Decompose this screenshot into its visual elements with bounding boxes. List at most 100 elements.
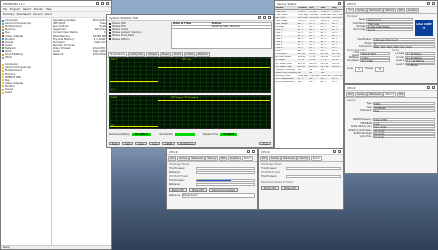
reference-select[interactable]: Please Select xyxy=(182,192,255,198)
close-icon[interactable] xyxy=(106,2,109,5)
minimize-icon[interactable] xyxy=(96,2,99,5)
menu-program[interactable]: Program xyxy=(10,8,20,11)
usage-trace-idle xyxy=(110,126,158,127)
multi-thread-bar xyxy=(195,178,255,182)
preferences-button[interactable]: Preferences xyxy=(177,141,197,146)
tab-clocks[interactable]: Clocks xyxy=(171,51,184,57)
test-started-value xyxy=(175,132,196,136)
menu-file[interactable]: File xyxy=(3,8,7,11)
tab-statistics[interactable]: Statistics xyxy=(195,51,210,57)
stress-buttons: Start Stop Clear Save CPUID Preferences … xyxy=(109,141,271,146)
checkbox-icon xyxy=(109,34,111,37)
submit-compare-button[interactable]: Submit and Compare xyxy=(208,188,239,192)
tab-caches[interactable]: Caches xyxy=(354,7,367,13)
folder-icon xyxy=(2,76,4,79)
tab-mainboard[interactable]: Mainboard xyxy=(281,155,297,161)
folder-icon xyxy=(2,63,4,66)
sensor-row[interactable]: Drive Temperature 44 °C 38 °C 46 °C 42 °C xyxy=(275,80,343,83)
tab-graphics[interactable]: Graphics xyxy=(227,155,242,161)
minimize-icon[interactable] xyxy=(427,86,430,89)
close-icon[interactable] xyxy=(338,150,341,153)
tab-cpu[interactable]: CPU xyxy=(346,7,355,13)
tab-cpu[interactable]: CPU xyxy=(260,155,269,161)
clear-button[interactable]: Clear xyxy=(135,141,148,146)
video-icon xyxy=(2,35,4,38)
maximize-icon[interactable] xyxy=(263,16,266,19)
processor-name-field: Intel Core i7 xyxy=(366,18,413,22)
tab-spd[interactable]: SPD xyxy=(218,155,228,161)
cpuid-button[interactable]: CPUID xyxy=(162,141,176,146)
menu-help[interactable]: Help xyxy=(46,8,51,11)
tab-caches[interactable]: Caches xyxy=(354,91,367,97)
hwinfo-tree: Computer Central Processor(s) Motherboar… xyxy=(1,18,52,246)
maximize-icon[interactable] xyxy=(101,2,104,5)
stress-cpu-button[interactable]: Stress CPU xyxy=(188,188,207,192)
tab-memory[interactable]: Memory xyxy=(297,155,311,161)
temperature-trace-prior xyxy=(110,81,158,82)
tab-mainboard[interactable]: Mainboard xyxy=(367,7,383,13)
tab-bench[interactable]: Bench xyxy=(241,155,253,161)
save-report-button[interactable]: Save Report xyxy=(17,13,32,16)
menu-report[interactable]: Report xyxy=(23,8,31,11)
tab-cpu[interactable]: CPU xyxy=(168,155,177,161)
stress-cpu-button[interactable]: Stress CPU xyxy=(280,186,299,190)
start-button[interactable]: Start xyxy=(109,141,121,146)
close-icon[interactable] xyxy=(252,150,255,153)
temperature-trace xyxy=(158,67,270,68)
minimize-icon[interactable] xyxy=(427,2,430,5)
motherboard-icon xyxy=(2,25,4,28)
tab-memory[interactable]: Memory xyxy=(383,7,397,13)
tab-cpu[interactable]: CPU xyxy=(346,91,355,97)
tab-memory[interactable]: Memory xyxy=(383,91,397,97)
minimize-icon[interactable] xyxy=(258,16,261,19)
close-icon[interactable] xyxy=(338,2,341,5)
close-button[interactable]: Close xyxy=(259,141,271,146)
tab-caches[interactable]: Caches xyxy=(268,155,281,161)
audio-icon xyxy=(2,44,4,47)
memory-icon xyxy=(2,28,4,31)
tab-cooling-fans[interactable]: Cooling Fans xyxy=(127,51,146,57)
bench-cpu-button[interactable]: Bench CPU xyxy=(169,188,187,192)
tab-spd[interactable]: SPD xyxy=(396,91,406,97)
tab-graphics[interactable]: Graphics xyxy=(405,7,420,13)
hwinfo-window: HWiNFO64 v7.x File Program Report Monito… xyxy=(0,0,112,250)
bench-cpu-button[interactable]: Bench CPU xyxy=(261,186,279,190)
date-time-header: Date & Time xyxy=(173,22,192,26)
tab-voltages[interactable]: Voltages xyxy=(145,51,160,57)
sensors-button[interactable]: Sensors xyxy=(33,13,42,16)
folder-icon xyxy=(2,66,4,69)
close-icon[interactable] xyxy=(268,16,271,19)
bench-tabs: CPU Caches Mainboard Memory SPD Graphics… xyxy=(167,155,257,162)
folder-icon xyxy=(2,88,4,91)
other-icon xyxy=(2,56,4,59)
minimize-icon[interactable] xyxy=(333,150,336,153)
remaining-battery-label: Remaining Battery: xyxy=(109,132,130,136)
about-button[interactable]: About xyxy=(45,13,52,16)
tab-mainboard[interactable]: Mainboard xyxy=(189,155,205,161)
stability-test-window: System Stability Test Stress CPU Stress … xyxy=(106,14,274,148)
stop-button[interactable]: Stop xyxy=(122,141,134,146)
tab-temperatures[interactable]: Temperatures xyxy=(108,51,127,57)
close-icon[interactable] xyxy=(432,2,435,5)
tab-bench[interactable]: Bench xyxy=(310,155,322,161)
menu-monitor[interactable]: Monitor xyxy=(34,8,43,11)
bench-version: Benchmark Version 17.01.64 xyxy=(261,181,293,184)
tree-item[interactable]: Audio xyxy=(2,91,50,94)
stress-status-table: Date & Time Status Stability Test: Start… xyxy=(170,21,273,51)
tab-powers[interactable]: Powers xyxy=(159,51,172,57)
save-button[interactable]: Save xyxy=(149,141,161,146)
tab-caches[interactable]: Caches xyxy=(176,155,189,161)
minimize-icon[interactable] xyxy=(247,150,250,153)
tab-unified[interactable]: Unified xyxy=(183,51,196,57)
summary-button[interactable]: Summary xyxy=(3,13,15,16)
monitor-icon xyxy=(2,38,4,41)
stress-gpu-checkbox[interactable]: Stress GPU(s) xyxy=(109,37,168,41)
tab-spd[interactable]: SPD xyxy=(396,7,406,13)
elapsed-time-label: Elapsed Time: xyxy=(203,132,219,136)
threads-value: 16 xyxy=(375,66,385,72)
tab-memory[interactable]: Memory xyxy=(205,155,219,161)
remaining-battery-value: No battery xyxy=(131,132,152,136)
elapsed-time-value: 00:10:03 xyxy=(220,132,238,136)
tab-mainboard[interactable]: Mainboard xyxy=(367,91,383,97)
close-icon[interactable] xyxy=(432,86,435,89)
